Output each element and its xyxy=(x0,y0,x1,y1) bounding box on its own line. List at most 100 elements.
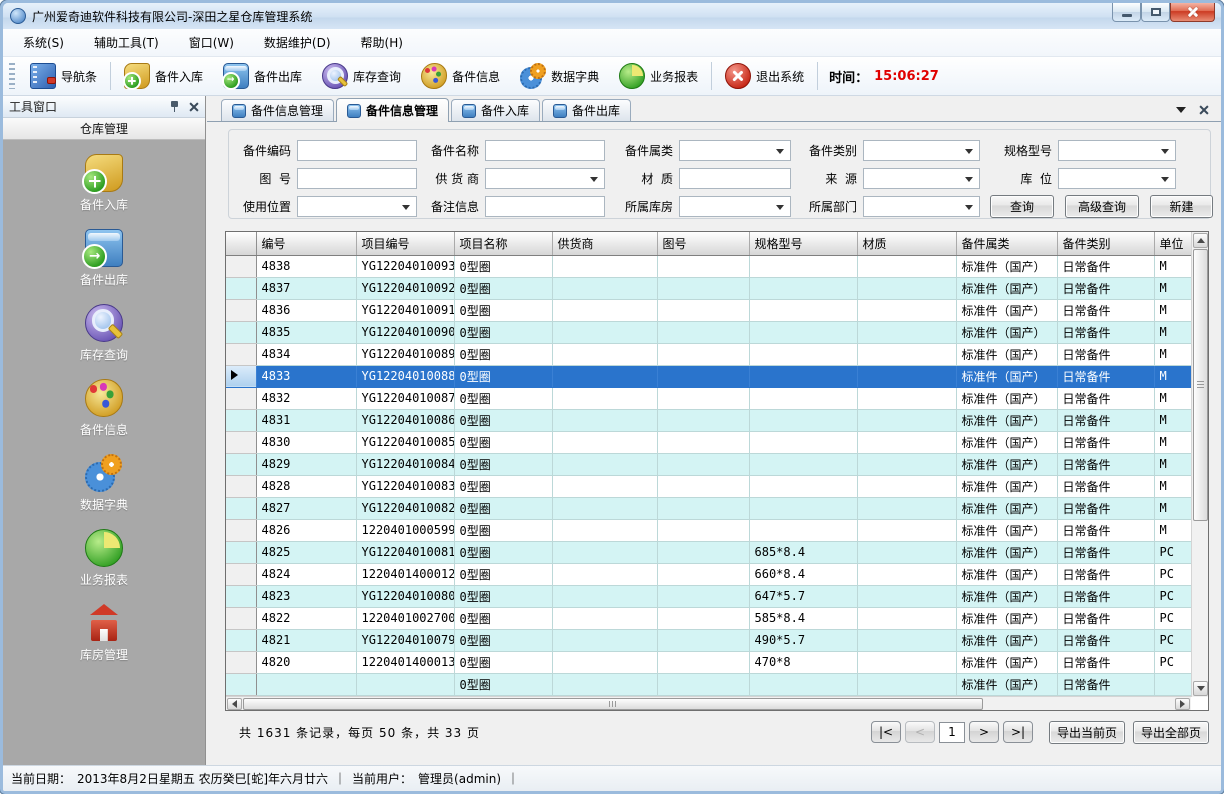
sidebar-item-stock-in[interactable]: 备件入库 xyxy=(80,154,128,213)
row-selector-cell[interactable] xyxy=(226,343,256,365)
warehouse-combo[interactable] xyxy=(679,196,791,217)
table-row[interactable]: 4830YG122040100850型圈标准件（国产）日常备件M xyxy=(226,431,1191,453)
column-header-1[interactable]: 编号 xyxy=(256,232,356,255)
export-current-page-button[interactable]: 导出当前页 xyxy=(1049,721,1125,744)
part-name-input[interactable] xyxy=(485,140,605,161)
sidebar-item-business-report[interactable]: 业务报表 xyxy=(80,529,128,588)
row-selector-cell[interactable] xyxy=(226,321,256,343)
column-header-7[interactable]: 材质 xyxy=(857,232,956,255)
table-row[interactable]: 482412204014000120型圈660*8.4标准件（国产）日常备件PC xyxy=(226,563,1191,585)
table-row[interactable]: 4833YG122040100880型圈标准件（国产）日常备件M xyxy=(226,365,1191,387)
query-button[interactable]: 查询 xyxy=(990,195,1054,218)
toolbar-navbar-button[interactable]: 导航条 xyxy=(20,57,107,95)
row-selector-cell[interactable] xyxy=(226,541,256,563)
page-number-input[interactable] xyxy=(939,722,965,743)
horizontal-scrollbar[interactable] xyxy=(226,696,1191,710)
table-row[interactable]: 4829YG122040100840型圈标准件（国产）日常备件M xyxy=(226,453,1191,475)
toolbar-business-report-button[interactable]: 业务报表 xyxy=(609,57,708,95)
table-row[interactable]: 482612204010005990型圈标准件（国产）日常备件M xyxy=(226,519,1191,541)
table-row[interactable]: 4836YG122040100910型圈标准件（国产）日常备件M xyxy=(226,299,1191,321)
department-combo[interactable] xyxy=(863,196,980,217)
part-category-combo[interactable] xyxy=(863,140,980,161)
table-row[interactable]: 4834YG122040100890型圈标准件（国产）日常备件M xyxy=(226,343,1191,365)
menu-item-4[interactable]: 数据维护(D) xyxy=(264,34,331,51)
part-code-input[interactable] xyxy=(297,140,417,161)
scroll-down-icon[interactable] xyxy=(1193,681,1208,696)
table-row[interactable]: 4821YG122040100790型圈490*5.7标准件（国产）日常备件PC xyxy=(226,629,1191,651)
minimize-button[interactable] xyxy=(1112,3,1141,22)
column-header-3[interactable]: 项目名称 xyxy=(454,232,552,255)
table-row[interactable]: 4823YG122040100800型圈647*5.7标准件（国产）日常备件PC xyxy=(226,585,1191,607)
close-button[interactable] xyxy=(1170,3,1215,22)
row-selector-cell[interactable] xyxy=(226,563,256,585)
row-selector-cell[interactable] xyxy=(226,365,256,387)
row-selector-cell[interactable] xyxy=(226,519,256,541)
table-row[interactable]: 4832YG122040100870型圈标准件（国产）日常备件M xyxy=(226,387,1191,409)
part-genus-combo[interactable] xyxy=(679,140,791,161)
use-position-combo[interactable] xyxy=(297,196,417,217)
table-row[interactable]: 4827YG122040100820型圈标准件（国产）日常备件M xyxy=(226,497,1191,519)
scroll-up-icon[interactable] xyxy=(1193,233,1208,248)
menu-item-2[interactable]: 辅助工具(T) xyxy=(94,34,159,51)
tab-2[interactable]: 备件信息管理 xyxy=(336,98,449,122)
horizontal-scroll-thumb[interactable] xyxy=(243,698,983,710)
sidebar-item-stock-out[interactable]: 备件出库 xyxy=(80,229,128,288)
table-row[interactable]: 4828YG122040100830型圈标准件（国产）日常备件M xyxy=(226,475,1191,497)
toolbar-exit-button[interactable]: 退出系统 xyxy=(715,57,814,95)
column-header-9[interactable]: 备件类别 xyxy=(1057,232,1154,255)
column-header-5[interactable]: 图号 xyxy=(657,232,749,255)
toolbar-grip[interactable] xyxy=(9,63,15,89)
source-combo[interactable] xyxy=(863,168,980,189)
column-header-6[interactable]: 规格型号 xyxy=(749,232,857,255)
table-row[interactable]: 0型圈标准件（国产）日常备件 xyxy=(226,673,1191,695)
close-panel-icon[interactable] xyxy=(188,101,199,112)
row-selector-cell[interactable] xyxy=(226,475,256,497)
row-selector-cell[interactable] xyxy=(226,453,256,475)
table-row[interactable]: 4838YG122040100930型圈标准件（国产）日常备件M xyxy=(226,255,1191,277)
pin-icon[interactable] xyxy=(169,100,180,113)
row-selector-cell[interactable] xyxy=(226,607,256,629)
row-selector-cell[interactable] xyxy=(226,255,256,277)
toolbar-parts-info-button[interactable]: 备件信息 xyxy=(411,57,510,95)
vertical-scrollbar[interactable] xyxy=(1191,232,1208,697)
toolbar-stock-out-button[interactable]: 备件出库 xyxy=(213,57,312,95)
sidebar-item-data-dictionary[interactable]: 数据字典 xyxy=(80,454,128,513)
table-row[interactable]: 482212204010027000型圈585*8.4标准件（国产）日常备件PC xyxy=(226,607,1191,629)
column-header-4[interactable]: 供货商 xyxy=(552,232,657,255)
remark-input[interactable] xyxy=(485,196,605,217)
toolbar-inventory-query-button[interactable]: 库存查询 xyxy=(312,57,411,95)
row-selector-cell[interactable] xyxy=(226,673,256,695)
row-selector-cell[interactable] xyxy=(226,431,256,453)
table-row[interactable]: 4835YG122040100900型圈标准件（国产）日常备件M xyxy=(226,321,1191,343)
toolbar-data-dictionary-button[interactable]: 数据字典 xyxy=(510,57,609,95)
column-header-8[interactable]: 备件属类 xyxy=(956,232,1057,255)
menu-item-3[interactable]: 窗口(W) xyxy=(189,34,234,51)
spec-model-combo[interactable] xyxy=(1058,140,1176,161)
table-row[interactable]: 4837YG122040100920型圈标准件（国产）日常备件M xyxy=(226,277,1191,299)
tab-3[interactable]: 备件入库 xyxy=(451,99,540,121)
first-page-button[interactable]: |< xyxy=(871,721,901,743)
column-header-10[interactable]: 单位 xyxy=(1154,232,1191,255)
drawing-no-input[interactable] xyxy=(297,168,417,189)
row-selector-cell[interactable] xyxy=(226,409,256,431)
prev-page-button[interactable]: < xyxy=(905,721,935,743)
table-row[interactable]: 4831YG122040100860型圈标准件（国产）日常备件M xyxy=(226,409,1191,431)
row-selector-cell[interactable] xyxy=(226,299,256,321)
maximize-button[interactable] xyxy=(1141,3,1170,22)
advanced-query-button[interactable]: 高级查询 xyxy=(1065,195,1139,218)
sidebar-item-warehouse-manage[interactable]: 库房管理 xyxy=(80,604,128,663)
row-selector-cell[interactable] xyxy=(226,585,256,607)
sidebar-item-inventory-query[interactable]: 库存查询 xyxy=(80,304,128,363)
menu-item-1[interactable]: 系统(S) xyxy=(23,34,64,51)
scroll-left-icon[interactable] xyxy=(227,698,242,710)
menu-item-5[interactable]: 帮助(H) xyxy=(361,34,403,51)
export-all-pages-button[interactable]: 导出全部页 xyxy=(1133,721,1209,744)
table-row[interactable]: 4825YG122040100810型圈685*8.4标准件（国产）日常备件PC xyxy=(226,541,1191,563)
new-button[interactable]: 新建 xyxy=(1150,195,1213,218)
tab-1[interactable]: 备件信息管理 xyxy=(221,99,334,121)
row-selector-cell[interactable] xyxy=(226,387,256,409)
tab-4[interactable]: 备件出库 xyxy=(542,99,631,121)
scroll-right-icon[interactable] xyxy=(1175,698,1190,710)
row-selector-cell[interactable] xyxy=(226,651,256,673)
sidebar-item-parts-info[interactable]: 备件信息 xyxy=(80,379,128,438)
